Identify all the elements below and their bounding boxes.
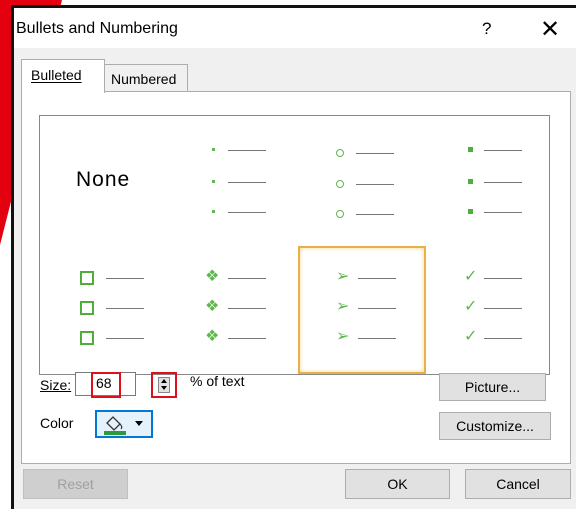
bullet-style-small-dot[interactable] (168, 116, 294, 244)
diamond-dots-bullet-icon: ❖ (205, 298, 220, 315)
arrow-bullet-icon: ➢ (336, 268, 350, 285)
bullet-style-filled-square[interactable] (424, 116, 550, 244)
diamond-dots-bullet-icon: ❖ (205, 268, 220, 285)
checkmark-bullet-icon: ✓ (464, 328, 478, 345)
color-label: Color (40, 415, 74, 431)
bullet-style-none[interactable]: None (40, 116, 166, 244)
tab-bulleted-label: Bulleted (31, 67, 82, 83)
tab-numbered[interactable]: Numbered (104, 64, 188, 92)
customize-button[interactable]: Customize... (439, 412, 551, 440)
color-picker-button[interactable] (95, 410, 153, 438)
title-bar: Bullets and Numbering ? ✕ (14, 8, 576, 48)
bulleted-panel: None ❖ ❖ ❖ ➢ ➢ ➢ ✓ ✓ ✓ (21, 91, 571, 464)
bullet-style-hollow-square[interactable] (40, 246, 166, 374)
bullet-gallery: None ❖ ❖ ❖ ➢ ➢ ➢ ✓ ✓ ✓ (39, 115, 550, 375)
size-label: Size: (40, 377, 72, 393)
hollow-square-bullet-icon (80, 271, 94, 285)
circle-bullet-icon (336, 210, 344, 218)
diamond-dots-bullet-icon: ❖ (205, 328, 220, 345)
hollow-square-bullet-icon (80, 331, 94, 345)
size-spinner[interactable] (158, 377, 170, 393)
bullet-style-hollow-circle[interactable] (296, 116, 422, 244)
picture-button[interactable]: Picture... (439, 373, 546, 401)
none-label: None (76, 168, 131, 191)
spin-up-icon[interactable] (161, 379, 167, 383)
close-icon[interactable]: ✕ (540, 15, 560, 44)
bullet-style-diamond-dots[interactable]: ❖ ❖ ❖ (168, 246, 294, 374)
arrow-bullet-icon: ➢ (336, 298, 350, 315)
ok-button[interactable]: OK (345, 469, 450, 499)
size-value: 68 (96, 375, 112, 391)
bullet-style-arrow[interactable]: ➢ ➢ ➢ (298, 246, 426, 374)
size-suffix: % of text (190, 373, 245, 389)
paint-bucket-icon (104, 416, 126, 435)
square-bullet-icon (468, 179, 473, 184)
color-swatch (104, 431, 126, 435)
tab-bulleted[interactable]: Bulleted (21, 59, 105, 93)
reset-button[interactable]: Reset (23, 469, 128, 499)
dialog-title: Bullets and Numbering (16, 20, 178, 37)
chevron-down-icon (135, 421, 143, 426)
circle-bullet-icon (336, 180, 344, 188)
square-bullet-icon (468, 209, 473, 214)
dot-bullet-icon (212, 148, 215, 151)
spin-down-icon[interactable] (161, 386, 167, 390)
dot-bullet-icon (212, 180, 215, 183)
square-bullet-icon (468, 147, 473, 152)
checkmark-bullet-icon: ✓ (464, 268, 478, 285)
circle-bullet-icon (336, 149, 344, 157)
bullet-style-checkmark[interactable]: ✓ ✓ ✓ (424, 246, 550, 374)
checkmark-bullet-icon: ✓ (464, 298, 478, 315)
arrow-bullet-icon: ➢ (336, 328, 350, 345)
hollow-square-bullet-icon (80, 301, 94, 315)
tab-numbered-label: Numbered (111, 71, 177, 87)
help-button[interactable]: ? (482, 19, 491, 39)
cancel-button[interactable]: Cancel (465, 469, 571, 499)
dot-bullet-icon (212, 210, 215, 213)
